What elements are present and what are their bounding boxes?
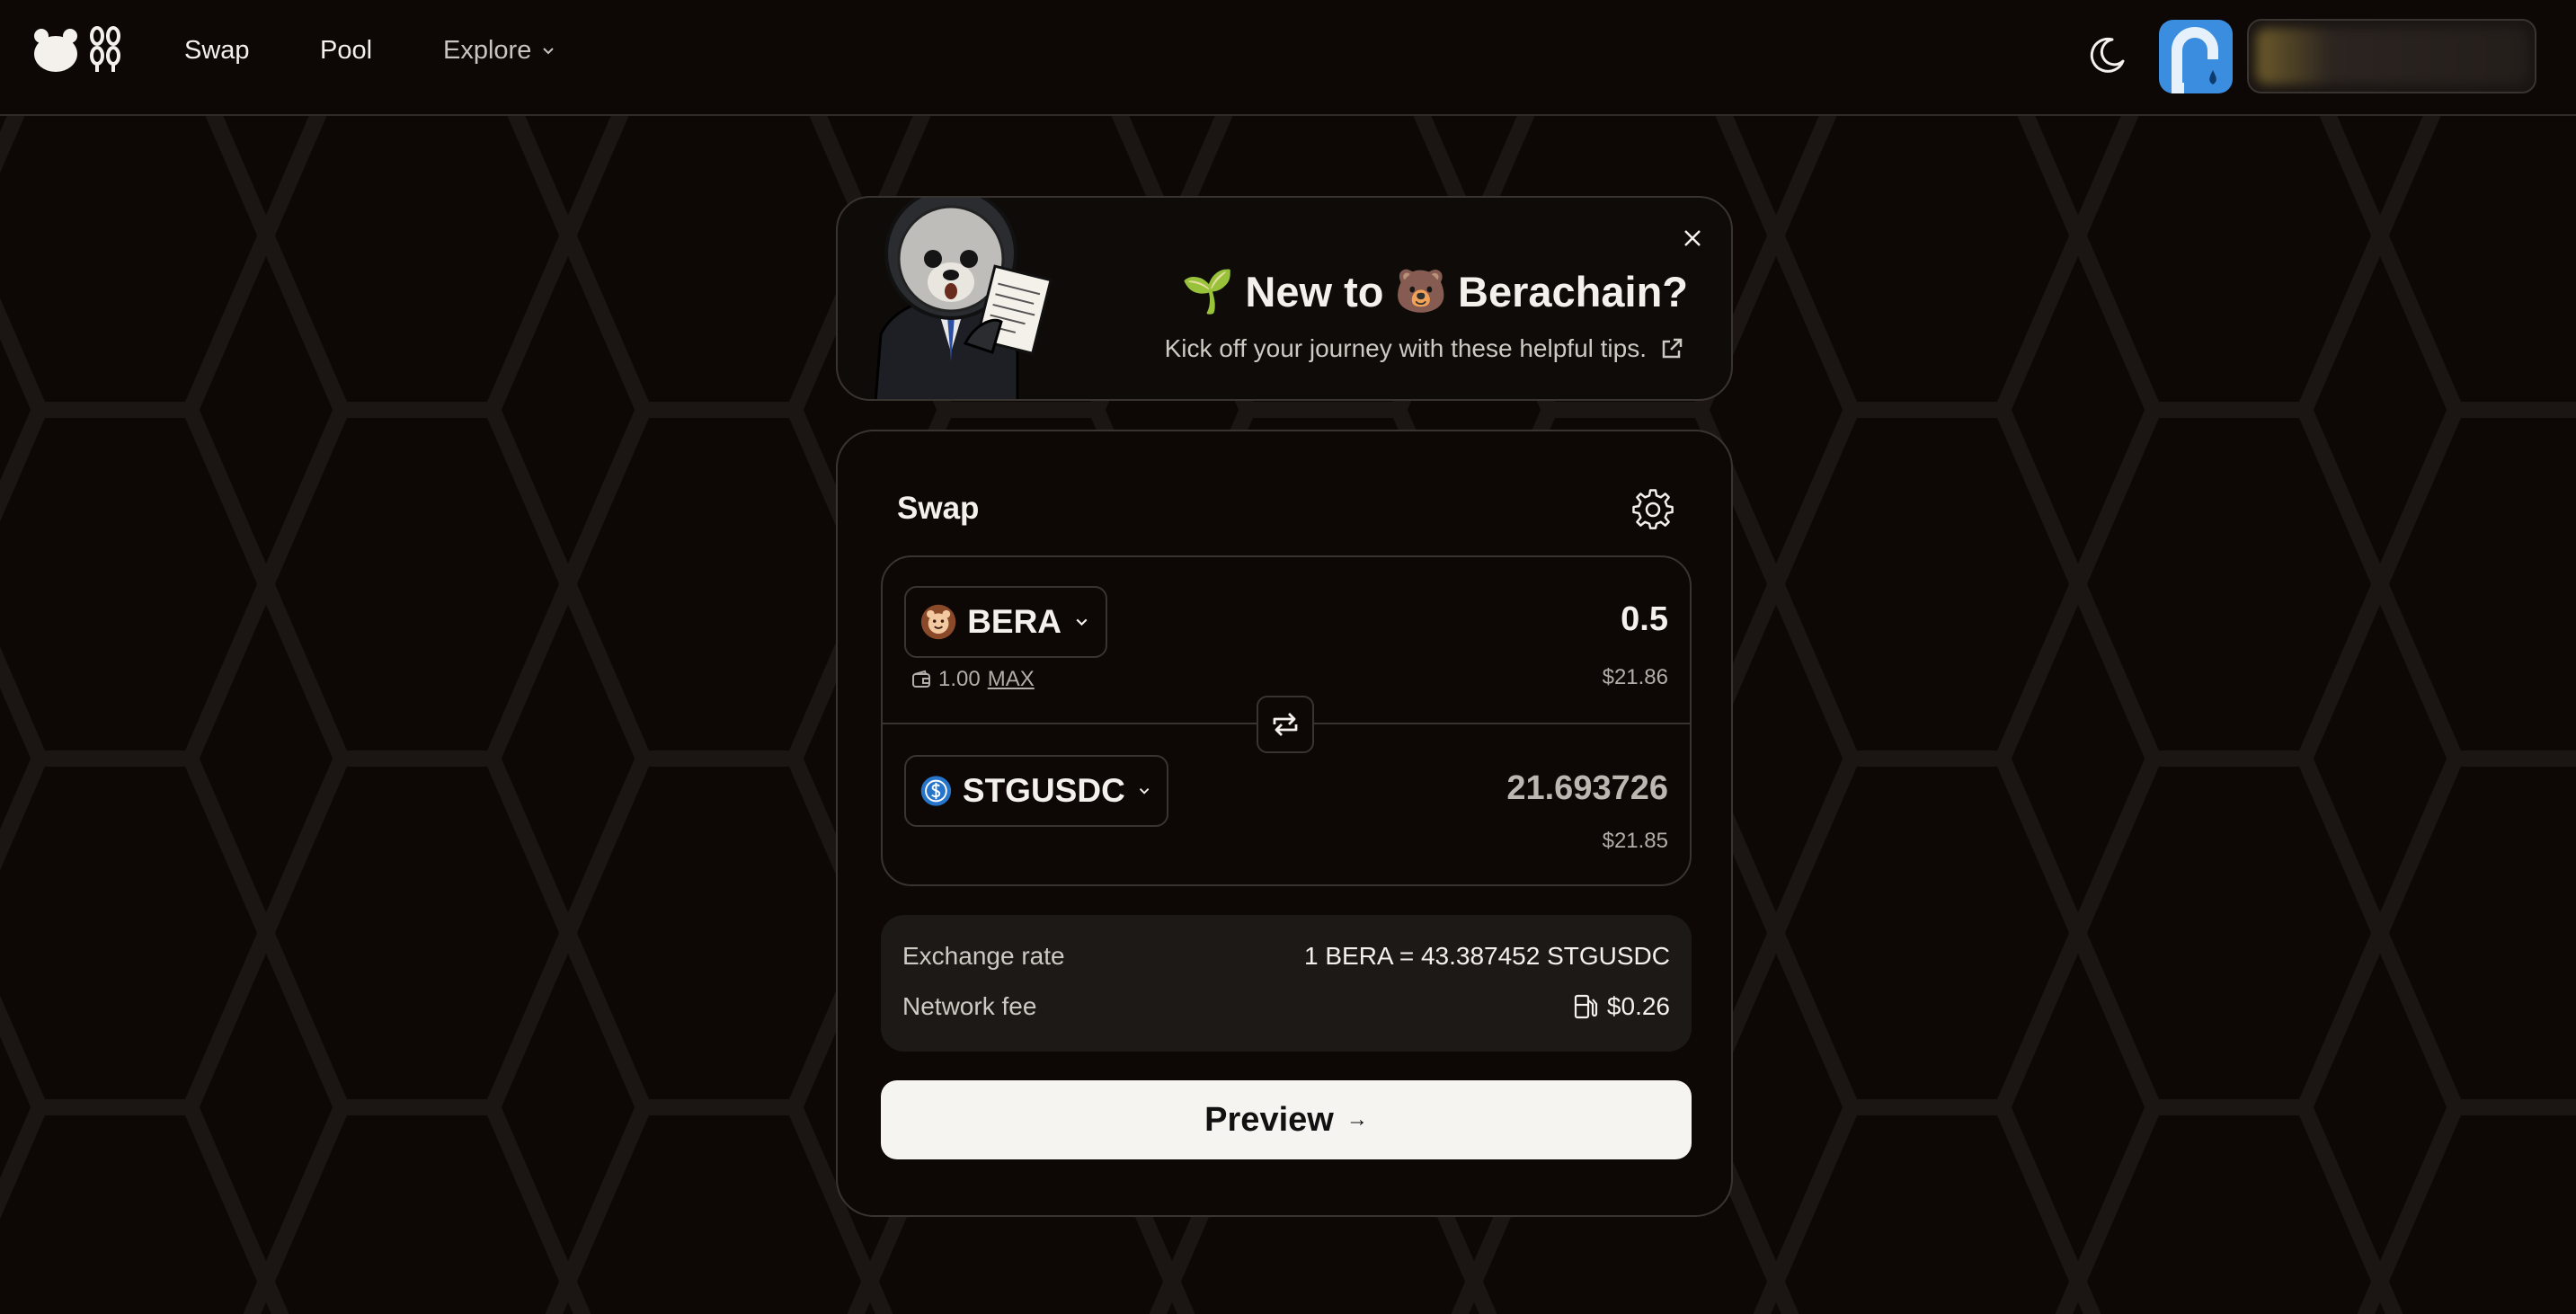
max-button[interactable]: MAX bbox=[988, 667, 1035, 692]
banner-subtitle: Kick off your journey with these helpful… bbox=[1164, 334, 1647, 362]
to-amount-usd: $21.85 bbox=[1602, 829, 1668, 853]
swap-details: Exchange rate 1 BERA = 43.387452 STGUSDC… bbox=[881, 915, 1692, 1052]
banner-tips-link[interactable]: Kick off your journey with these helpful… bbox=[1165, 334, 1684, 363]
onboarding-banner: 🌱 New to 🐻 Berachain? Kick off your jour… bbox=[836, 196, 1733, 401]
external-link-icon bbox=[1662, 338, 1683, 359]
swap-title: Swap bbox=[897, 491, 980, 526]
chevron-down-icon bbox=[1139, 788, 1150, 795]
to-token-selector[interactable]: STGUSDC bbox=[904, 755, 1168, 827]
exchange-rate-value: 1 BERA = 43.387452 STGUSDC bbox=[1304, 942, 1670, 970]
bear-emoji: 🐻 bbox=[1394, 267, 1448, 315]
wallet-icon bbox=[912, 670, 930, 688]
from-amount-input[interactable]: 0.5 bbox=[1621, 600, 1668, 639]
gas-pump-icon bbox=[1574, 994, 1598, 1019]
from-balance: 1.00 MAX bbox=[911, 667, 1035, 692]
wallet-connect-button[interactable] bbox=[2247, 19, 2536, 93]
to-amount-output[interactable]: 21.693726 bbox=[1506, 769, 1668, 808]
from-amount-usd: $21.86 bbox=[1602, 665, 1668, 689]
from-token-selector[interactable]: BERA bbox=[904, 586, 1107, 658]
network-fee-label: Network fee bbox=[902, 992, 1037, 1020]
nav-pool[interactable]: Pool bbox=[320, 32, 372, 68]
chevron-down-icon bbox=[543, 48, 555, 55]
from-balance-value: 1.00 bbox=[938, 667, 981, 691]
close-icon[interactable] bbox=[1679, 225, 1706, 252]
to-token-symbol: STGUSDC bbox=[962, 772, 1125, 809]
token-input-box: BERA 0.5 $21.86 1.00 MAX STGUSDC 21.6937… bbox=[881, 555, 1692, 886]
berachain-logo-icon[interactable] bbox=[31, 25, 126, 75]
swap-card: Swap BERA 0.5 $21.86 1.00 MAX STGUSDC 21… bbox=[836, 430, 1733, 1217]
chevron-down-icon bbox=[1076, 618, 1088, 626]
network-fee-value: $0.26 bbox=[1606, 992, 1670, 1020]
moon-icon[interactable] bbox=[2085, 34, 2128, 77]
arrow-right-icon: → bbox=[1346, 1107, 1368, 1132]
gear-icon[interactable] bbox=[1632, 489, 1674, 530]
top-navbar: Swap Pool Explore bbox=[0, 0, 2576, 116]
exchange-rate-label: Exchange rate bbox=[902, 942, 1065, 970]
faucet-button[interactable] bbox=[2159, 20, 2233, 93]
exchange-rate-row: Exchange rate 1 BERA = 43.387452 STGUSDC bbox=[902, 942, 1670, 971]
bera-token-icon bbox=[920, 604, 956, 640]
switch-direction-button[interactable] bbox=[1257, 696, 1314, 753]
banner-title-new: New to bbox=[1245, 267, 1384, 315]
preview-label: Preview bbox=[1204, 1100, 1334, 1139]
from-token-symbol: BERA bbox=[967, 603, 1062, 640]
nav-explore-label: Explore bbox=[443, 36, 532, 65]
astronaut-bear-illustration bbox=[874, 198, 1053, 399]
faucet-icon bbox=[2172, 27, 2218, 93]
nav-swap[interactable]: Swap bbox=[184, 32, 250, 68]
nav-explore[interactable]: Explore bbox=[443, 32, 556, 68]
banner-title: 🌱 New to 🐻 Berachain? bbox=[1182, 266, 1688, 316]
preview-button[interactable]: Preview → bbox=[881, 1080, 1692, 1159]
wallet-address-blurred bbox=[2256, 28, 2527, 84]
banner-title-brand: Berachain? bbox=[1458, 267, 1688, 315]
network-fee-row: Network fee $0.26 bbox=[902, 992, 1670, 1021]
usdc-token-icon bbox=[920, 776, 952, 806]
swap-arrows-icon bbox=[1273, 713, 1298, 736]
seedling-emoji: 🌱 bbox=[1181, 267, 1235, 315]
network-fee-value-wrap: $0.26 bbox=[1573, 992, 1670, 1021]
